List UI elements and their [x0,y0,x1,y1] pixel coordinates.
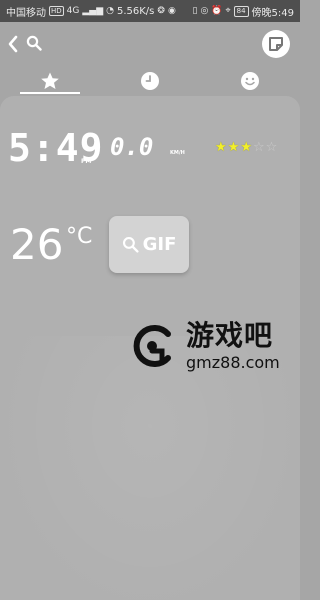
watermark-url: gmz88.com [186,353,280,372]
sticker-icon [269,37,283,51]
watermark-name: 游戏吧 [186,319,274,352]
search-icon [26,35,42,51]
speed-value: 0.0 [110,133,154,161]
sticker-button[interactable] [262,30,290,58]
tab-recent[interactable] [120,68,180,94]
search-icon [122,236,139,253]
tab-bar [0,68,300,96]
star-filled-icon: ★ [227,140,240,155]
alarm-icon: ⏰ [211,6,223,16]
star-filled-icon: ★ [240,140,252,155]
tab-selected-indicator [20,92,80,94]
app-bar [0,22,300,68]
rating-stars: ★ ★ ★ ☆ ☆ [215,141,277,154]
network-speed: 5.56K/s [116,5,155,17]
clock-icon [141,72,159,90]
status-right: ▯ ◎ ⏰ ⌖ 84 傍晚5:49 [192,4,294,19]
temperature-unit: °C [66,224,93,249]
speed-unit: KM/H [170,150,185,156]
star-icon [41,72,59,89]
gif-search-button[interactable]: GIF [109,216,189,273]
status-time: 傍晚5:49 [251,7,294,19]
hd-badge: HD [49,6,64,16]
location-icon: ⌖ [225,6,231,16]
eye-icon: ◉ [167,6,176,16]
chevron-left-icon [8,35,18,53]
nfc-icon: ❂ [157,6,165,16]
back-button[interactable] [6,34,20,54]
battery-icon: 84 [233,5,249,17]
status-left: 中国移动 HD 4G ▂▄▆ ◔ 5.56K/s ❂ ◉ [6,4,176,19]
star-empty-icon: ☆ [265,140,278,155]
wifi-icon: ◔ [106,6,114,16]
carrier-label: 中国移动 [6,7,46,19]
tab-favorites[interactable] [20,68,80,94]
star-filled-icon: ★ [215,140,227,155]
gif-label: GIF [142,234,177,255]
watermark-logo-icon [133,325,171,367]
search-button[interactable] [26,35,42,51]
tab-emoji[interactable] [220,68,280,94]
signal-icon: ▂▄▆ [82,6,104,16]
vibrate-icon: ▯ [192,6,198,16]
watermark: 游戏吧 gmz88.com [128,314,288,384]
status-bar: 中国移动 HD 4G ▂▄▆ ◔ 5.56K/s ❂ ◉ ▯ ◎ ⏰ ⌖ 84 … [0,0,300,22]
star-empty-icon: ☆ [252,140,265,155]
eye-comfort-icon: ◎ [200,6,209,16]
network-label: 4G [66,6,80,16]
smiley-icon [241,72,259,90]
clock-ampm: PM [81,158,92,165]
temperature-value: 26 [10,220,64,269]
